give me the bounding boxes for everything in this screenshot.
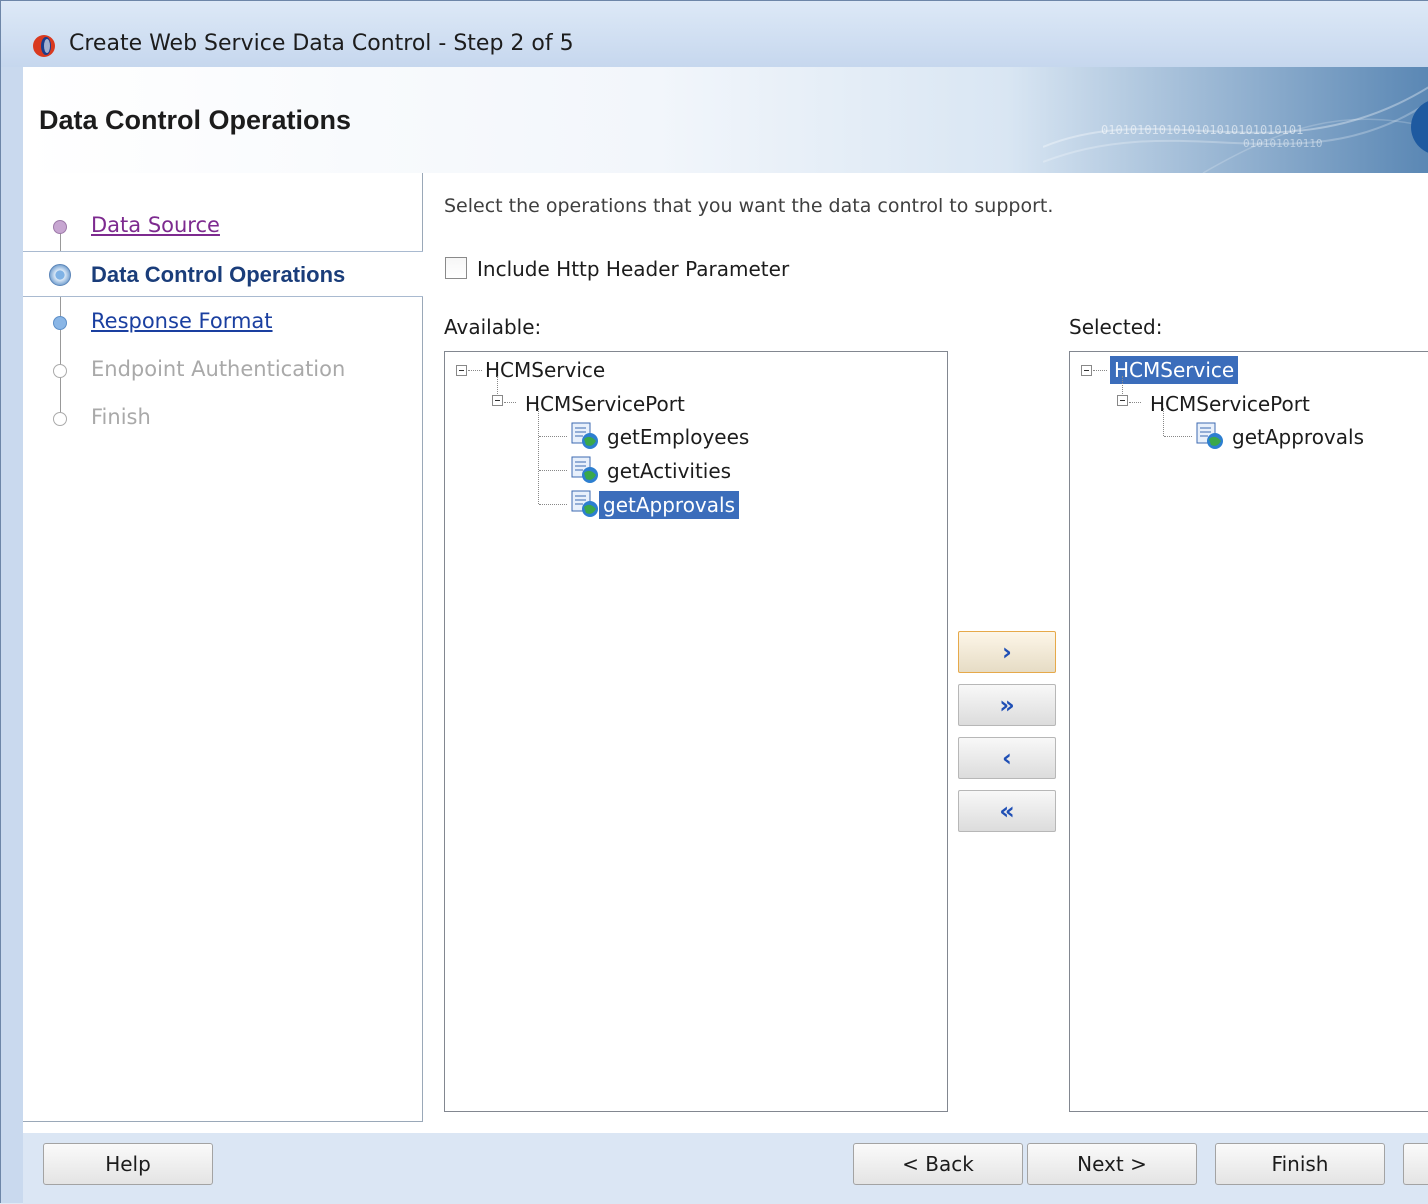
current-step-icon bbox=[49, 264, 71, 286]
tree-node-label[interactable]: HCMService bbox=[481, 356, 609, 384]
tree-node-label[interactable]: getApprovals bbox=[599, 491, 740, 519]
title-bar: Create Web Service Data Control - Step 2… bbox=[1, 1, 1428, 67]
include-header-label[interactable]: Include Http Header Parameter bbox=[477, 257, 789, 281]
wizard-content: Data Source Data Control Operations Resp… bbox=[23, 173, 1428, 1133]
selected-tree[interactable]: HCMService HCMServicePort getApprovals bbox=[1069, 351, 1428, 1112]
remove-selected-button[interactable]: ‹ bbox=[958, 737, 1056, 779]
header-binary-text-2: 010101010110 bbox=[1243, 137, 1323, 150]
tree-connector bbox=[1163, 408, 1165, 436]
tree-connector bbox=[1093, 370, 1107, 372]
cancel-button-partial[interactable] bbox=[1403, 1143, 1428, 1185]
tree-connector bbox=[468, 370, 482, 372]
pending-step-icon bbox=[53, 364, 67, 378]
next-button[interactable]: Next > bbox=[1027, 1143, 1197, 1185]
tree-node-label[interactable]: HCMServicePort bbox=[521, 390, 689, 418]
window-title: Create Web Service Data Control - Step 2… bbox=[69, 31, 574, 56]
wizard-header: Data Control Operations 0101010101010101… bbox=[23, 67, 1428, 174]
web-operation-icon bbox=[571, 490, 598, 517]
step-data-source[interactable]: Data Source bbox=[23, 203, 423, 249]
tree-connector bbox=[538, 408, 540, 504]
collapse-icon[interactable] bbox=[456, 365, 467, 376]
back-button[interactable]: < Back bbox=[853, 1143, 1023, 1185]
step-endpoint-authentication: Endpoint Authentication bbox=[23, 347, 423, 393]
tree-node-label[interactable]: getApprovals bbox=[1228, 423, 1368, 451]
collapse-icon[interactable] bbox=[1117, 395, 1128, 406]
web-operation-icon bbox=[1196, 422, 1223, 449]
step-data-control-operations: Data Control Operations bbox=[23, 251, 423, 297]
tree-node-label[interactable]: getActivities bbox=[603, 457, 735, 485]
collapse-icon[interactable] bbox=[492, 395, 503, 406]
wizard-window: Create Web Service Data Control - Step 2… bbox=[0, 0, 1428, 1204]
help-button[interactable]: Help bbox=[43, 1143, 213, 1185]
available-tree[interactable]: HCMService HCMServicePort getEmployees g… bbox=[444, 351, 948, 1112]
include-header-checkbox[interactable] bbox=[445, 257, 467, 279]
web-operation-icon bbox=[571, 456, 598, 483]
tree-connector bbox=[1164, 436, 1192, 438]
web-operation-icon bbox=[571, 422, 598, 449]
tree-connector bbox=[1129, 402, 1141, 404]
tree-node-label[interactable]: getEmployees bbox=[603, 423, 753, 451]
pending-step-icon bbox=[53, 412, 67, 426]
tree-connector bbox=[504, 402, 516, 404]
step-label[interactable]: Data Source bbox=[91, 213, 220, 237]
available-label: Available: bbox=[444, 315, 542, 339]
step-navigator: Data Source Data Control Operations Resp… bbox=[23, 173, 423, 1122]
move-all-button[interactable]: » bbox=[958, 684, 1056, 726]
header-decoration bbox=[1043, 86, 1428, 173]
step-response-format[interactable]: Response Format bbox=[23, 299, 423, 345]
tree-connector bbox=[539, 504, 567, 506]
tree-node-label[interactable]: HCMServicePort bbox=[1146, 390, 1314, 418]
collapse-icon[interactable] bbox=[1081, 365, 1092, 376]
finish-button[interactable]: Finish bbox=[1215, 1143, 1385, 1185]
next-step-icon bbox=[53, 316, 67, 330]
page-heading: Data Control Operations bbox=[39, 105, 352, 135]
oracle-jdeveloper-icon bbox=[33, 35, 55, 57]
wizard-footer: Help < Back Next > Finish bbox=[23, 1133, 1428, 1204]
step-label: Data Control Operations bbox=[91, 262, 346, 287]
instructions-text: Select the operations that you want the … bbox=[444, 195, 1054, 217]
step-label: Finish bbox=[91, 405, 151, 429]
tree-connector bbox=[539, 470, 567, 472]
tree-connector bbox=[539, 436, 567, 438]
selected-label: Selected: bbox=[1069, 315, 1163, 339]
header-binary-text: 0101010101010101010101010101 bbox=[1101, 123, 1304, 137]
visited-step-icon bbox=[53, 220, 67, 234]
remove-all-button[interactable]: « bbox=[958, 790, 1056, 832]
move-selected-button[interactable]: › bbox=[958, 631, 1056, 673]
step-label[interactable]: Response Format bbox=[91, 309, 273, 333]
step-finish: Finish bbox=[23, 395, 423, 441]
operations-panel: Select the operations that you want the … bbox=[423, 173, 1428, 1122]
step-label: Endpoint Authentication bbox=[91, 357, 346, 381]
tree-node-label[interactable]: HCMService bbox=[1110, 356, 1239, 384]
